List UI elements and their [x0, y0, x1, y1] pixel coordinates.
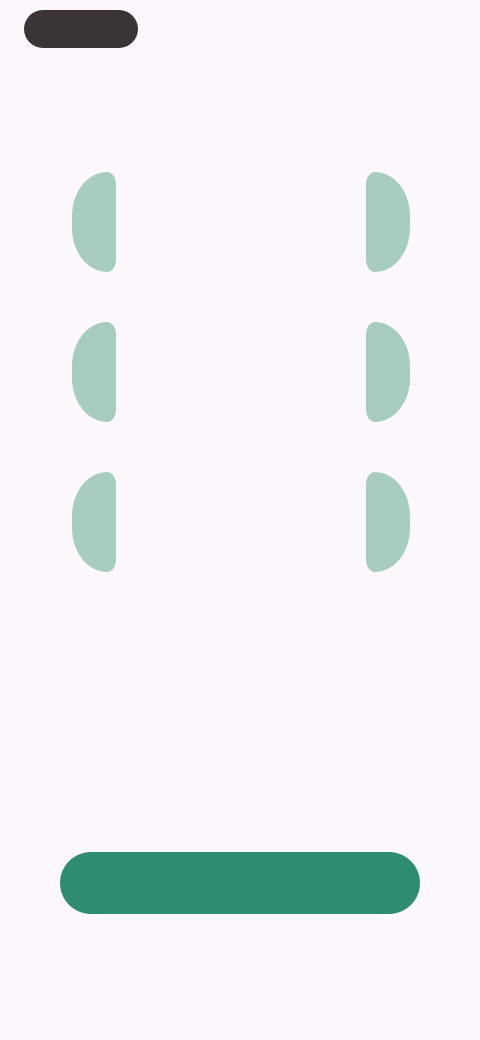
laurel-left-icon — [72, 322, 116, 422]
stat-card-body — [126, 217, 356, 227]
stat-card — [70, 168, 412, 276]
laurel-left-icon — [72, 172, 116, 272]
stat-card-body — [126, 367, 356, 377]
top-pill — [24, 10, 138, 48]
stat-card — [70, 318, 412, 426]
laurel-left-icon — [72, 472, 116, 572]
laurel-right-icon — [366, 172, 410, 272]
onboarding-screen — [0, 0, 480, 1040]
laurel-right-icon — [366, 472, 410, 572]
continue-button[interactable] — [60, 852, 420, 914]
stat-card-body — [126, 517, 356, 527]
stat-card-list — [70, 168, 412, 618]
laurel-right-icon — [366, 322, 410, 422]
stat-card — [70, 468, 412, 576]
